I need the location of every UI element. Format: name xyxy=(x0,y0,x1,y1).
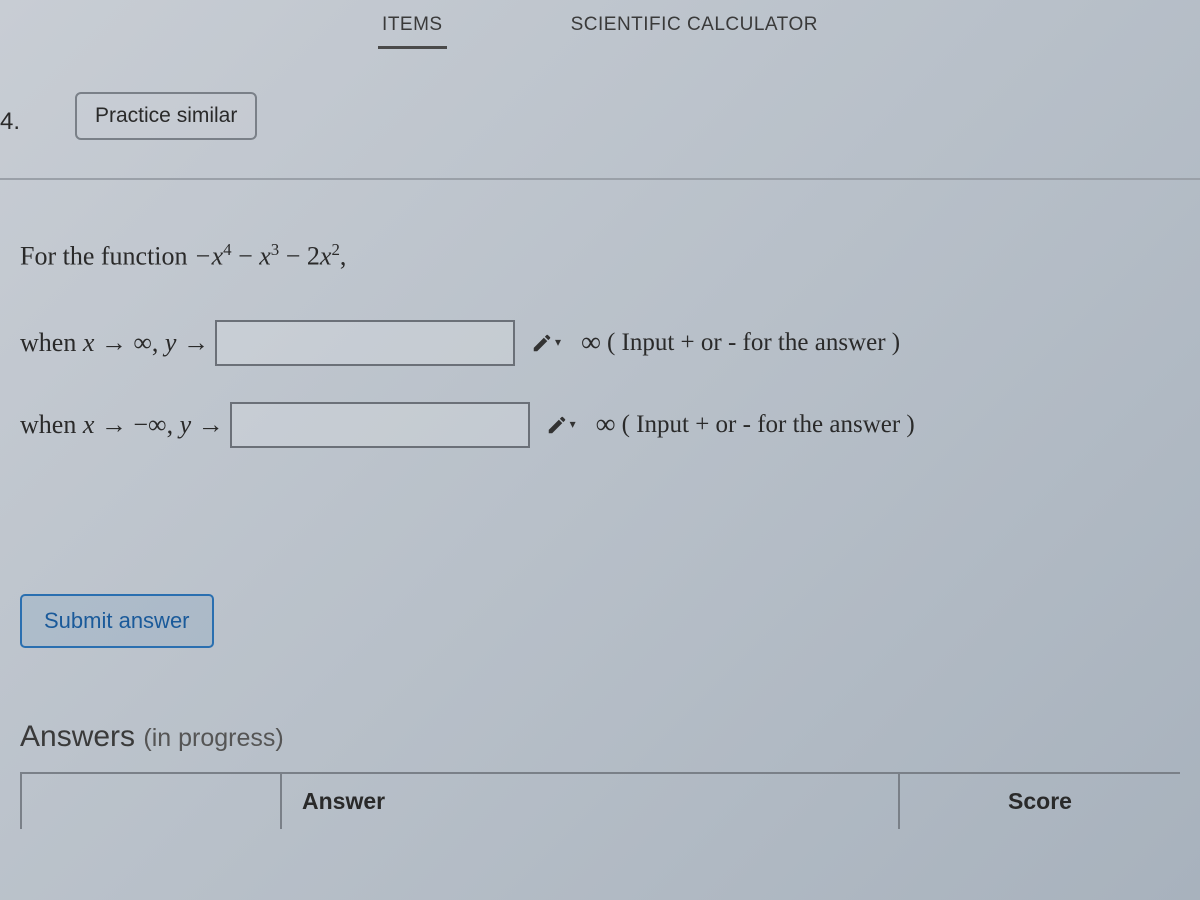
tab-items[interactable]: ITEMS xyxy=(378,8,447,49)
submit-answer-button[interactable]: Submit answer xyxy=(20,594,214,648)
practice-similar-button[interactable]: Practice similar xyxy=(75,92,257,140)
limit-lead: when x → −∞, y → xyxy=(20,410,224,440)
table-col-blank xyxy=(22,774,282,829)
question-number: 4. xyxy=(0,108,20,136)
tab-scientific-calculator[interactable]: SCIENTIFIC CALCULATOR xyxy=(567,8,822,46)
limit-row-neg-infinity: when x → −∞, y → ▾ ∞ ( Input + or - for … xyxy=(20,402,1180,448)
question-prompt: For the function −x4 − x3 − 2x2, xyxy=(20,240,1180,272)
limit-lead: when x → ∞, y → xyxy=(20,328,209,358)
infinity-symbol: ∞ xyxy=(596,409,616,441)
prompt-prefix: For the function xyxy=(20,242,194,271)
answers-title: Answers xyxy=(20,720,135,753)
answers-status: (in progress) xyxy=(143,724,283,752)
input-hint: ( Input + or - for the answer ) xyxy=(607,329,900,357)
answers-heading: Answers (in progress) xyxy=(20,720,1180,754)
divider xyxy=(0,178,1200,180)
table-col-score: Score xyxy=(900,774,1180,829)
top-tab-bar: ITEMS SCIENTIFIC CALCULATOR xyxy=(0,0,1200,60)
edit-dropdown-icon[interactable]: ▾ xyxy=(525,322,567,364)
edit-dropdown-icon[interactable]: ▾ xyxy=(540,404,582,446)
infinity-symbol: ∞ xyxy=(581,327,601,359)
answer-input-2[interactable] xyxy=(230,402,530,448)
answer-input-1[interactable] xyxy=(215,320,515,366)
question-content: For the function −x4 − x3 − 2x2, when x … xyxy=(20,240,1180,829)
table-col-answer: Answer xyxy=(282,774,900,829)
limit-row-pos-infinity: when x → ∞, y → ▾ ∞ ( Input + or - for t… xyxy=(20,320,1180,366)
input-hint: ( Input + or - for the answer ) xyxy=(622,411,915,439)
answers-table-header: Answer Score xyxy=(20,772,1180,829)
